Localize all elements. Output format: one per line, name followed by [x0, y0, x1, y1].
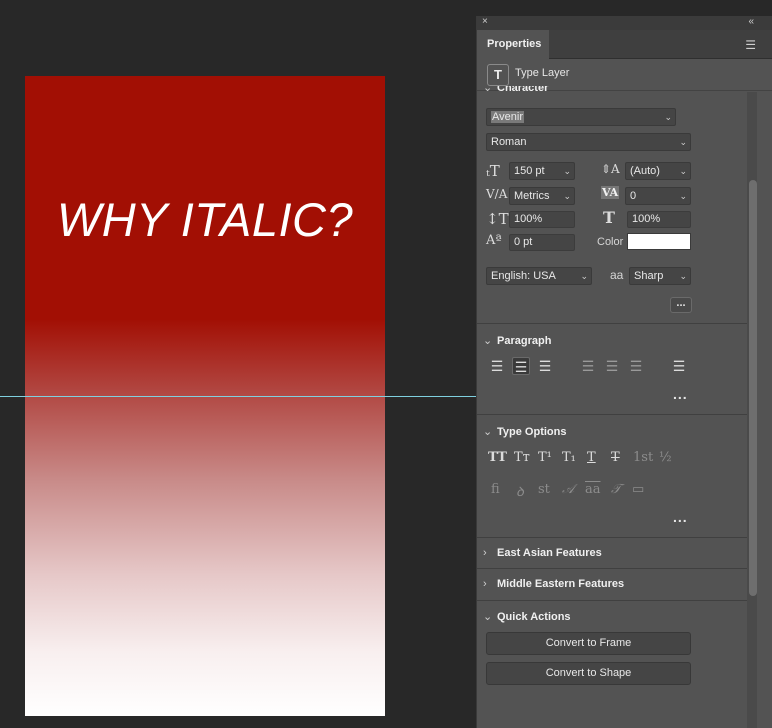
horizontal-scale-icon: T [603, 208, 615, 227]
close-icon[interactable]: × [482, 16, 488, 27]
font-family-value: Avenir [491, 111, 524, 123]
chevron-right-icon: › [483, 578, 487, 590]
justify-all-icon[interactable]: ☰ [670, 357, 688, 375]
layer-type-label: Type Layer [515, 67, 570, 79]
panel-title-strip: × « [477, 16, 772, 30]
font-style-value: Roman [491, 136, 527, 148]
hamburger-icon[interactable]: ☰ [745, 38, 756, 52]
chevron-down-icon: ⌄ [679, 191, 687, 201]
align-left-icon[interactable]: ☰ [488, 357, 506, 375]
justify-left-icon[interactable]: ☰ [579, 357, 597, 375]
strikethrough-icon[interactable]: T [611, 450, 620, 465]
scrollbar-thumb[interactable] [749, 180, 757, 596]
old-style-icon[interactable]: st [538, 482, 550, 497]
chevron-down-icon: ⌄ [563, 166, 571, 176]
convert-to-shape-button[interactable]: Convert to Shape [486, 662, 691, 685]
font-style-dropdown[interactable]: Roman ⌄ [486, 133, 691, 151]
leading-icon: ⇕A [601, 162, 620, 176]
divider [477, 568, 747, 569]
ligatures-icon[interactable]: fi [491, 482, 500, 497]
section-character-header[interactable]: ⌄ Character [477, 86, 747, 96]
align-center-icon[interactable]: ☰ [512, 357, 530, 375]
panel-tab-bar: Properties ☰ [477, 30, 772, 59]
justify-right-icon[interactable]: ☰ [627, 357, 645, 375]
chevron-down-icon: ⌄ [679, 137, 687, 147]
chevron-down-icon: ⌄ [483, 611, 493, 623]
underline-icon[interactable]: T [587, 450, 596, 465]
font-size-icon: ₜT [486, 162, 500, 180]
stylistic-alternates-icon[interactable]: aa [585, 482, 601, 497]
baseline-shift-icon: Aª [486, 233, 502, 248]
divider [477, 600, 747, 601]
collapse-icon[interactable]: « [748, 16, 754, 27]
kerning-dropdown[interactable]: Metrics ⌄ [509, 187, 575, 205]
chevron-down-icon: ⌄ [563, 191, 571, 201]
type-layer-icon: T [487, 64, 509, 86]
chevron-down-icon: ⌄ [483, 86, 493, 94]
section-paragraph-header[interactable]: ⌄ Paragraph [477, 334, 747, 347]
properties-panel: × « Properties ☰ T Type Layer ⌄ Character… [476, 16, 772, 728]
leading-dropdown[interactable]: (Auto) ⌄ [625, 162, 691, 180]
section-east-asian-header[interactable]: › East Asian Features [477, 547, 747, 559]
section-type-options-header[interactable]: ⌄ Type Options [477, 425, 747, 438]
ordinals-icon[interactable]: 1st [633, 450, 653, 465]
vertical-scale-icon: ↕T [486, 210, 509, 228]
subscript-icon[interactable]: T₁ [562, 450, 576, 465]
vertical-scale-field[interactable]: 100% [509, 211, 575, 228]
convert-to-frame-button[interactable]: Convert to Frame [486, 632, 691, 655]
divider [477, 414, 747, 415]
all-caps-icon[interactable]: TT [488, 450, 507, 465]
color-label: Color [597, 236, 624, 248]
superscript-icon[interactable]: T¹ [538, 450, 552, 465]
chevron-down-icon: ⌄ [664, 112, 672, 122]
divider [477, 537, 747, 538]
paragraph-more-button[interactable]: ... [673, 386, 688, 402]
font-family-dropdown[interactable]: Avenir ⌄ [486, 108, 676, 126]
fractions-icon[interactable]: ½ [659, 450, 672, 465]
kerning-icon: V/A [486, 187, 508, 201]
type-options-more-button[interactable]: ... [673, 509, 688, 525]
swash-icon[interactable]: 𝒜 [562, 482, 574, 497]
align-right-icon[interactable]: ☰ [536, 357, 554, 375]
divider [477, 323, 747, 324]
horizontal-guide[interactable] [0, 396, 478, 397]
chevron-down-icon: ⌄ [679, 166, 687, 176]
ornaments-icon[interactable]: ▭ [632, 482, 644, 497]
horizontal-scale-field[interactable]: 100% [627, 211, 691, 228]
section-middle-eastern-header[interactable]: › Middle Eastern Features [477, 578, 747, 590]
baseline-shift-field[interactable]: 0 pt [509, 234, 575, 251]
canvas-text-layer[interactable]: WHY ITALIC? [25, 192, 385, 247]
tracking-dropdown[interactable]: 0 ⌄ [625, 187, 691, 205]
justify-center-icon[interactable]: ☰ [603, 357, 621, 375]
language-dropdown[interactable]: English: USA ⌄ [486, 267, 592, 285]
chevron-right-icon: › [483, 547, 487, 559]
character-more-button[interactable]: ... [670, 297, 692, 313]
section-quick-actions-header[interactable]: ⌄ Quick Actions [477, 610, 747, 623]
tracking-icon: VA [601, 186, 620, 199]
discretionary-ligatures-icon[interactable]: ꝺ [516, 482, 524, 500]
workspace: WHY ITALIC? × « Properties ☰ T Type Laye… [0, 0, 772, 728]
font-size-dropdown[interactable]: 150 pt ⌄ [509, 162, 575, 180]
titling-alternates-icon[interactable]: 𝒯 [611, 482, 621, 497]
antialias-icon: aa [610, 268, 624, 282]
chevron-down-icon: ⌄ [483, 426, 493, 438]
antialias-dropdown[interactable]: Sharp ⌄ [629, 267, 691, 285]
tab-properties[interactable]: Properties [477, 30, 549, 59]
chevron-down-icon: ⌄ [679, 271, 687, 281]
chevron-down-icon: ⌄ [580, 271, 588, 281]
small-caps-icon[interactable]: Tт [514, 450, 530, 465]
chevron-down-icon: ⌄ [483, 335, 493, 347]
color-swatch[interactable] [627, 233, 691, 250]
